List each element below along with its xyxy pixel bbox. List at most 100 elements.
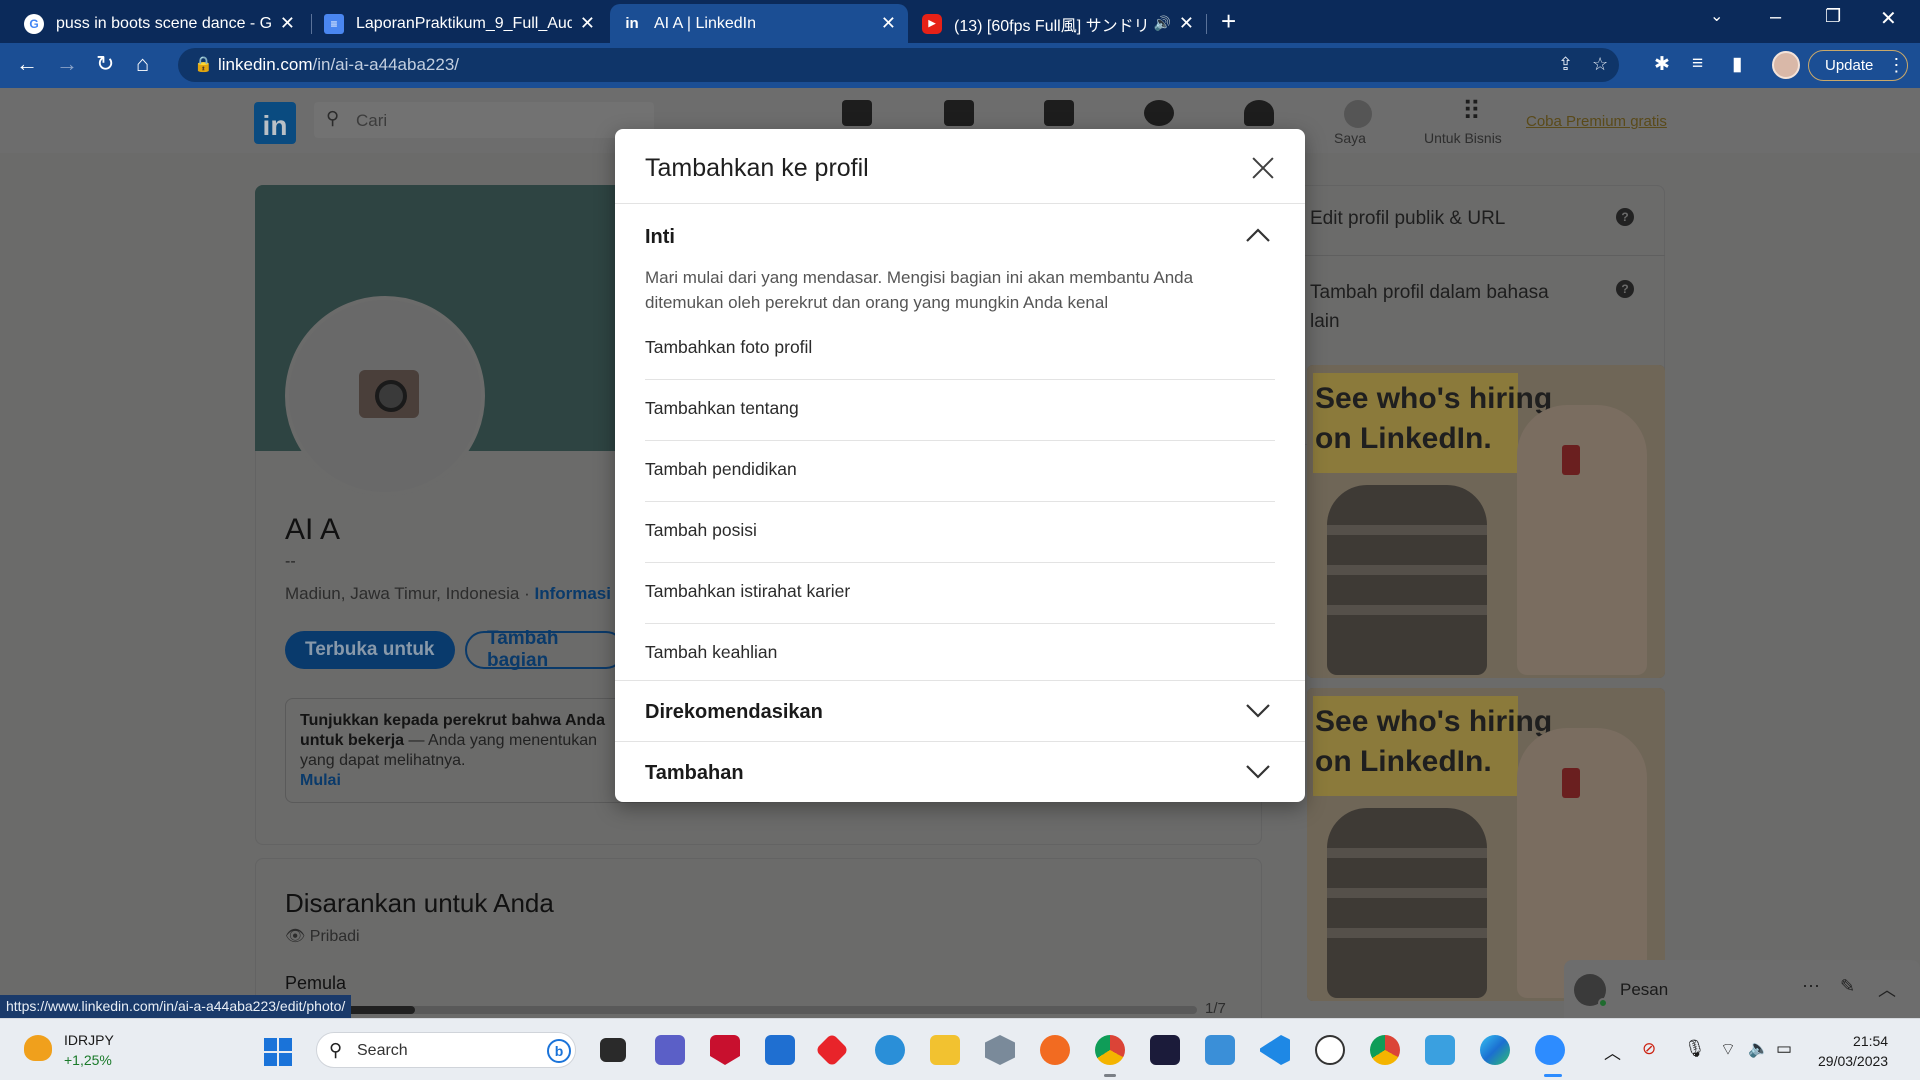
task-view-icon[interactable] (600, 1038, 626, 1062)
close-tab-icon[interactable]: ✕ (1179, 13, 1194, 34)
messaging-icon[interactable] (1144, 100, 1174, 126)
mcafee-tray-icon[interactable]: ⊘ (1642, 1039, 1656, 1059)
add-language-profile-link[interactable]: Tambah profil dalam bahasa lain (1310, 278, 1549, 336)
ticker-symbol[interactable]: IDRJPY (64, 1032, 114, 1048)
chevron-up-icon[interactable]: ︿ (1604, 1039, 1621, 1064)
contact-info-link[interactable]: Informasi (534, 584, 611, 603)
microsoft-store-icon[interactable] (765, 1035, 795, 1065)
compose-icon[interactable]: ✎ (1840, 976, 1855, 997)
add-career-break-item[interactable]: Tambahkan istirahat karier (645, 563, 1275, 624)
restore-button[interactable]: ❐ (1825, 6, 1841, 27)
help-icon[interactable]: ? (1616, 280, 1634, 298)
get-started-link[interactable]: Mulai (300, 772, 341, 789)
wifi-icon[interactable]: ⌔ (1720, 1039, 1736, 1060)
more-menu-icon[interactable]: ⋮ (1887, 55, 1905, 76)
media-control-icon[interactable]: ≡ (1692, 53, 1703, 75)
app-icon[interactable] (1205, 1035, 1235, 1065)
nav-me-label[interactable]: Saya (1334, 130, 1366, 146)
home-icon[interactable] (842, 100, 872, 126)
lock-icon[interactable]: 🔒 (194, 55, 213, 73)
messaging-bar[interactable]: Pesan ⋯ ✎ ︿ (1564, 960, 1920, 1018)
open-to-button[interactable]: Terbuka untuk (285, 631, 455, 669)
system-clock[interactable]: 21:54 29/03/2023 (1818, 1031, 1888, 1071)
apps-grid-icon[interactable]: ⠿ (1462, 98, 1488, 126)
linkedin-logo[interactable]: in (254, 102, 296, 144)
notepad-icon[interactable] (1425, 1035, 1455, 1065)
chrome-icon[interactable] (1095, 1035, 1125, 1065)
bookmark-star-icon[interactable]: ☆ (1592, 54, 1608, 75)
app-icon[interactable] (1040, 1035, 1070, 1065)
hiring-ad-banner[interactable]: See who's hiring on LinkedIn. (1307, 365, 1665, 678)
chevron-down-icon[interactable] (1245, 697, 1271, 723)
side-panel-icon[interactable]: ▮ (1732, 53, 1742, 76)
section-additional-heading[interactable]: Tambahan (645, 762, 744, 785)
bing-icon[interactable]: b (547, 1039, 571, 1063)
audio-playing-icon[interactable]: 🔊 (1153, 15, 1170, 32)
browser-tab[interactable]: ▶ (13) [60fps Full風] サンドリヨン 🔊 ✕ (910, 4, 1206, 43)
teams-chat-icon[interactable] (655, 1035, 685, 1065)
premium-link[interactable]: Coba Premium gratis (1526, 113, 1667, 130)
file-explorer-icon[interactable] (930, 1035, 960, 1065)
nav-business-label[interactable]: Untuk Bisnis (1424, 130, 1502, 146)
add-profile-photo-item[interactable]: Tambahkan foto profil (645, 319, 1275, 380)
browser-tab[interactable]: G puss in boots scene dance - Goo ✕ (12, 4, 307, 43)
add-section-button[interactable]: Tambah bagian (465, 628, 625, 671)
update-button[interactable]: Update ⋮ (1808, 50, 1908, 81)
section-recommended-heading[interactable]: Direkomendasikan (645, 701, 823, 724)
app-icon[interactable] (1315, 1035, 1345, 1065)
battery-icon[interactable]: ▭ (1776, 1039, 1792, 1059)
tab-search-icon[interactable]: ⌄ (1710, 6, 1723, 26)
close-tab-icon[interactable]: ✕ (280, 13, 295, 34)
add-skills-item[interactable]: Tambah keahlian (645, 624, 1275, 685)
extensions-icon[interactable]: ✱ (1654, 53, 1670, 76)
windows-start-icon[interactable] (264, 1038, 292, 1066)
jobs-icon[interactable] (1044, 100, 1074, 126)
more-options-icon[interactable]: ⋯ (1802, 976, 1820, 997)
close-window-button[interactable]: ✕ (1880, 6, 1897, 31)
me-avatar[interactable] (1344, 100, 1372, 128)
microphone-icon[interactable]: 🎙 (1684, 1039, 1706, 1059)
chevron-up-icon[interactable]: ︿ (1878, 976, 1896, 1002)
ticker-change[interactable]: +1,25% (64, 1052, 112, 1068)
app-icon[interactable] (875, 1035, 905, 1065)
chrome-icon[interactable] (1370, 1035, 1400, 1065)
volume-icon[interactable]: 🔈 (1748, 1039, 1769, 1059)
hiring-ad-banner[interactable]: See who's hiring on LinkedIn. (1307, 688, 1665, 1001)
network-icon[interactable] (944, 100, 974, 126)
app-icon[interactable] (985, 1035, 1015, 1065)
browser-tab[interactable]: ≡ LaporanPraktikum_9_Full_Audyva ✕ (312, 4, 607, 43)
close-tab-icon[interactable]: ✕ (580, 13, 595, 34)
weather-widget-icon[interactable] (24, 1035, 52, 1061)
edit-public-profile-link[interactable]: Edit profil publik & URL (1310, 208, 1505, 230)
app-icon[interactable] (815, 1033, 849, 1067)
intellij-icon[interactable] (1150, 1035, 1180, 1065)
browser-tab-active[interactable]: in AI A | LinkedIn ✕ (610, 4, 908, 43)
vscode-icon[interactable] (1260, 1035, 1290, 1065)
mcafee-icon[interactable] (710, 1035, 740, 1065)
add-education-item[interactable]: Tambah pendidikan (645, 441, 1275, 502)
close-tab-icon[interactable]: ✕ (881, 13, 896, 34)
address-bar[interactable]: 🔒 linkedin.com/in/ai-a-a44aba223/ ⇪ ☆ (178, 48, 1619, 82)
section-core-heading[interactable]: Inti (645, 226, 675, 249)
edge-icon[interactable] (1480, 1035, 1510, 1065)
help-icon[interactable]: ? (1616, 208, 1634, 226)
add-position-item[interactable]: Tambah posisi (645, 502, 1275, 563)
linkedin-search-input[interactable]: ⚲ Cari (314, 102, 654, 138)
share-icon[interactable]: ⇪ (1558, 54, 1573, 75)
minimize-button[interactable]: – (1770, 6, 1781, 29)
camera-icon (359, 370, 419, 418)
back-arrow-icon[interactable]: ← (16, 51, 38, 77)
profile-photo-placeholder[interactable] (285, 296, 485, 496)
chevron-down-icon[interactable] (1245, 758, 1271, 784)
reload-icon[interactable]: ↻ (96, 51, 114, 77)
chevron-up-icon[interactable] (1245, 223, 1271, 249)
taskbar-search-input[interactable]: ⚲ Search b (316, 1032, 576, 1068)
notifications-icon[interactable] (1244, 100, 1274, 126)
close-icon[interactable] (1248, 153, 1278, 183)
new-tab-button[interactable]: + (1221, 6, 1236, 37)
forward-arrow-icon[interactable]: → (56, 51, 78, 77)
profile-avatar[interactable] (1772, 51, 1800, 79)
home-icon[interactable]: ⌂ (136, 51, 149, 77)
zoom-icon[interactable] (1535, 1035, 1565, 1065)
add-about-item[interactable]: Tambahkan tentang (645, 380, 1275, 441)
